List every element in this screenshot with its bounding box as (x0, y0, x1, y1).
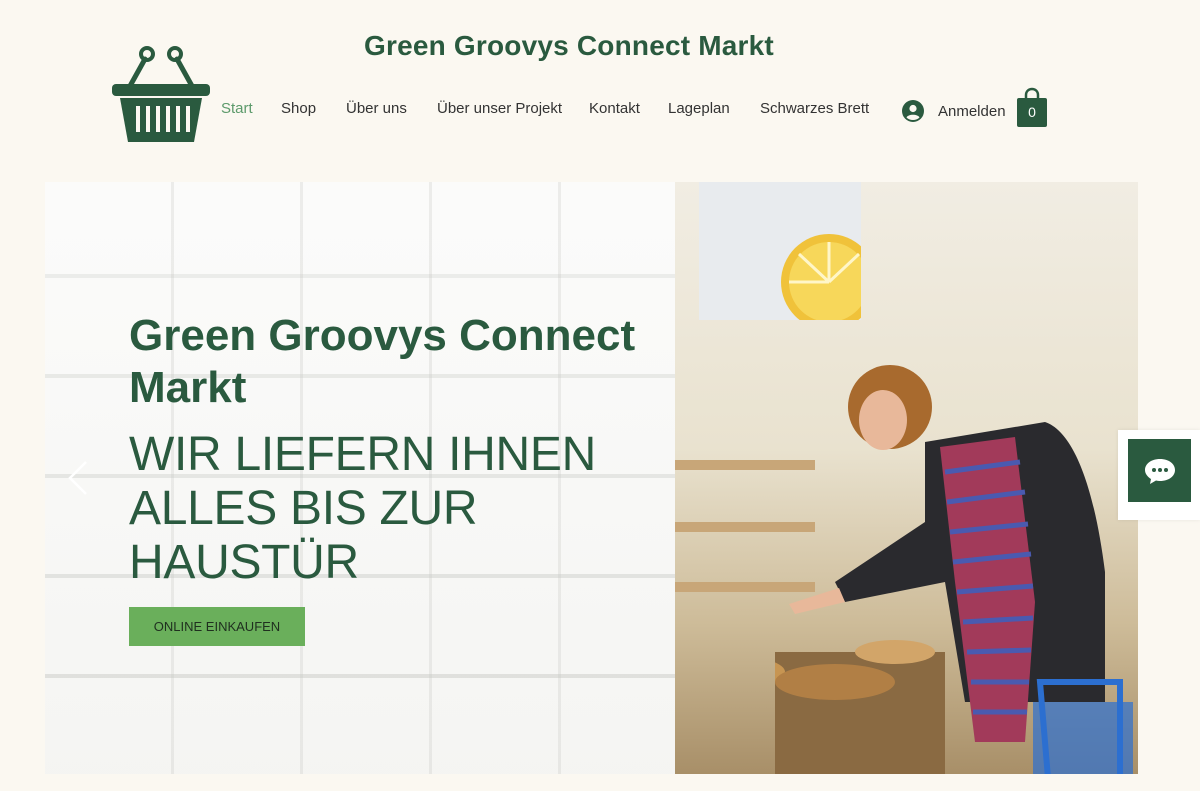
login-button[interactable]: Anmelden (902, 99, 1006, 123)
cart-count: 0 (1028, 104, 1036, 120)
lemon-icon (781, 234, 877, 330)
site-title[interactable]: Green Groovys Connect Markt (364, 30, 774, 62)
nav-item-start[interactable]: Start (221, 100, 253, 117)
lemon-sign (699, 182, 877, 330)
chat-icon (1144, 458, 1175, 484)
woman-shopping-illustration (775, 365, 1133, 774)
nav-item-kontakt[interactable]: Kontakt (589, 100, 640, 117)
hero-photo-shopper (675, 182, 1138, 774)
chat-button[interactable] (1128, 439, 1191, 502)
login-label: Anmelden (938, 102, 1006, 120)
nav-item-shop[interactable]: Shop (281, 100, 316, 117)
hero-subtitle: WIR LIEFERN IHNEN ALLES BIS ZUR HAUSTÜR (129, 428, 596, 589)
online-shopping-button[interactable]: ONLINE EINKAUFEN (129, 607, 305, 646)
basket-logo-icon[interactable] (110, 44, 212, 146)
chat-widget (1118, 430, 1200, 520)
nav-item-ueber-unser-projekt[interactable]: Über unser Projekt (437, 100, 562, 117)
nav-item-schwarzes-brett[interactable]: Schwarzes Brett (760, 100, 869, 117)
chevron-left-icon[interactable] (67, 460, 89, 496)
hero-slideshow: Green Groovys Connect Markt WIR LIEFERN … (45, 182, 1138, 774)
hero-title: Green Groovys Connect Markt (129, 311, 636, 412)
cart-button[interactable]: 0 (1016, 87, 1048, 127)
nav-item-lageplan[interactable]: Lageplan (668, 100, 730, 117)
user-icon (902, 100, 924, 122)
nav-item-ueber-uns[interactable]: Über uns (346, 100, 407, 117)
